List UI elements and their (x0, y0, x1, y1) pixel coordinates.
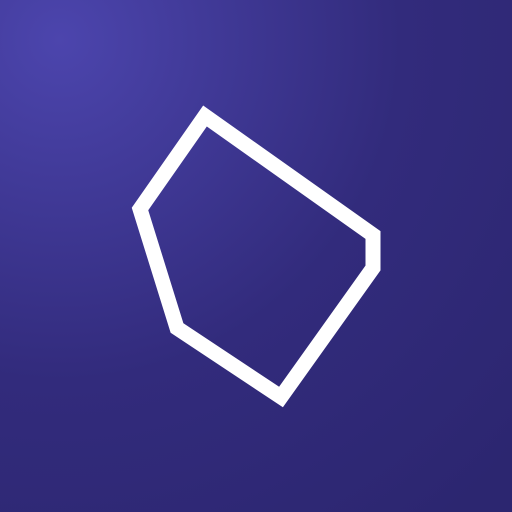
icon-canvas (0, 0, 512, 512)
pentagon-outline (131, 105, 381, 408)
pentagon-outline-icon (131, 105, 381, 408)
